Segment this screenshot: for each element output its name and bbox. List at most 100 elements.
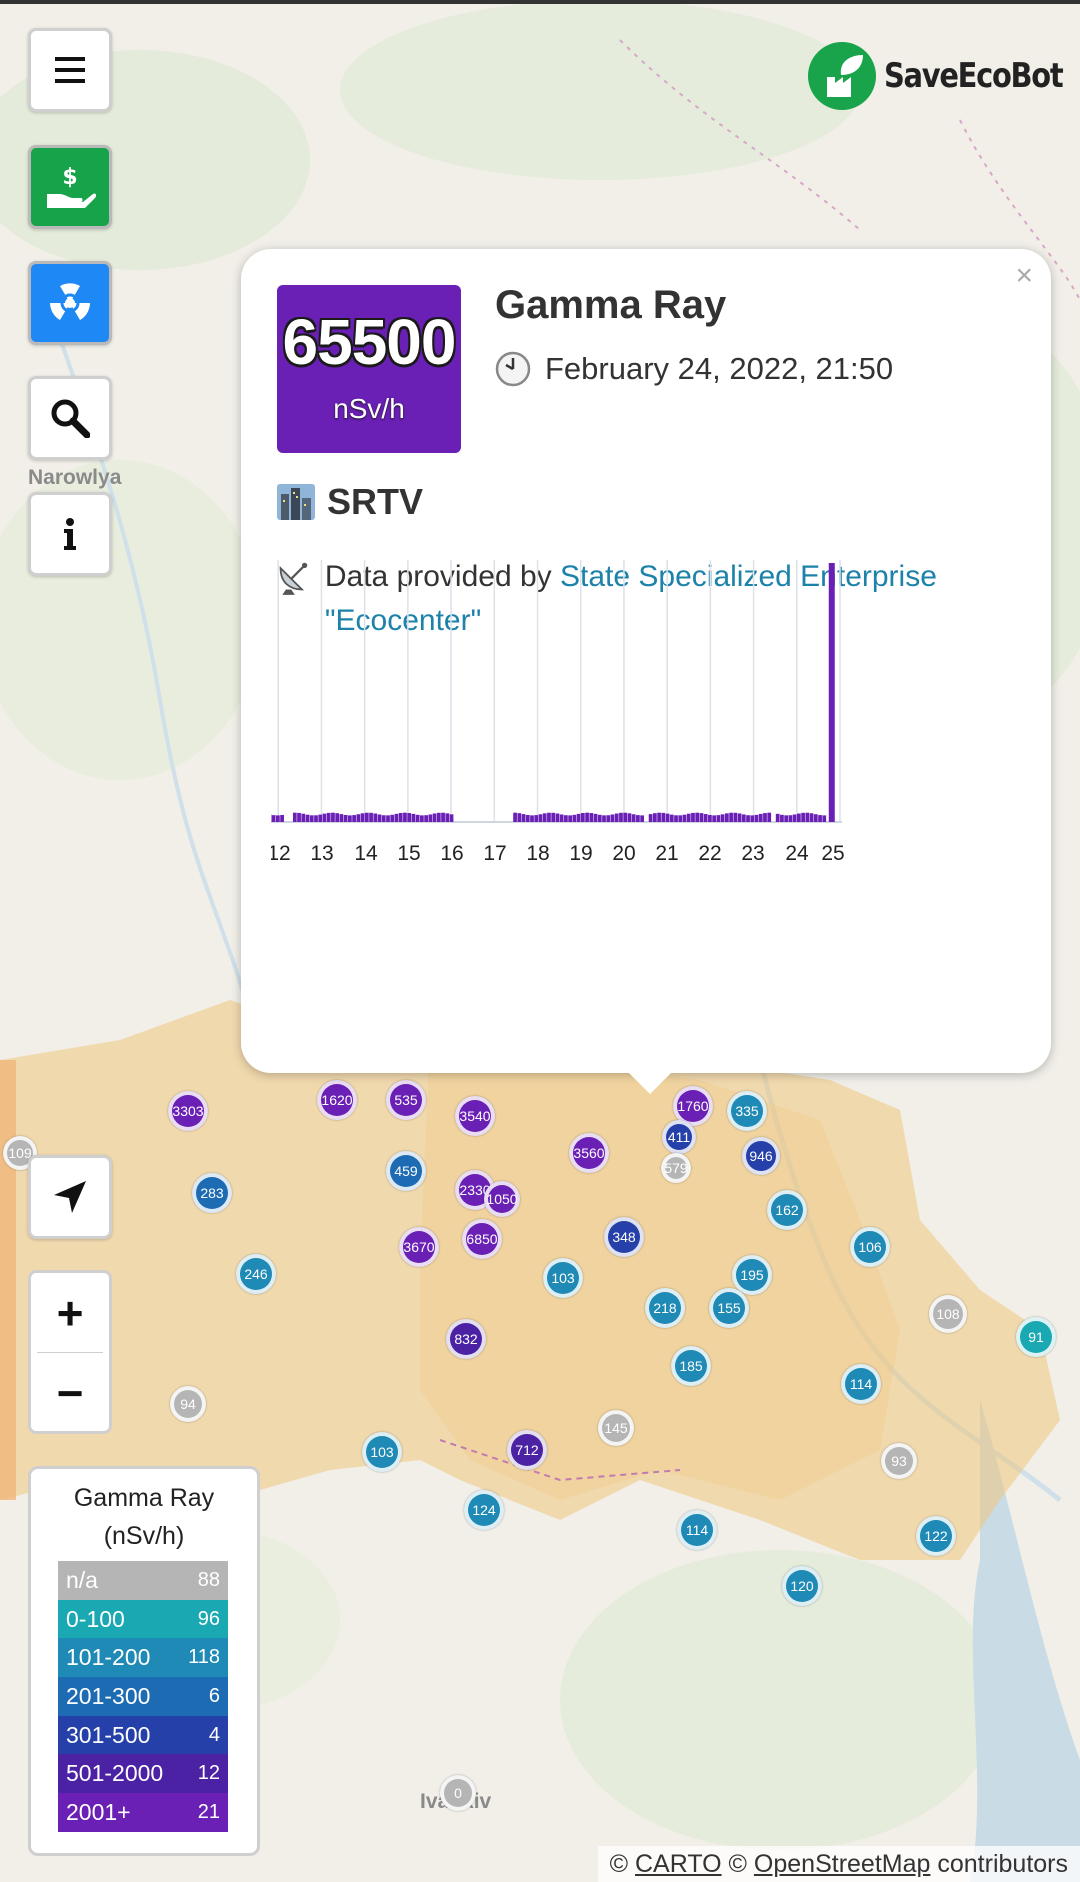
reading-value-box: 65500 nSv/h [277, 285, 461, 453]
station-marker[interactable]: 1050 [484, 1181, 520, 1217]
search-button[interactable] [28, 376, 112, 460]
station-marker[interactable]: 195 [732, 1255, 772, 1295]
chart-bar [669, 814, 674, 822]
chart-bar [796, 813, 801, 822]
radiation-layer-button[interactable] [28, 261, 112, 345]
leaf-factory-icon [808, 42, 876, 110]
chart-bar [373, 813, 378, 822]
chart-tick-label: 24 [785, 842, 809, 865]
chart-bar [551, 812, 556, 822]
station-marker[interactable]: 1620 [317, 1080, 357, 1120]
station-marker[interactable]: 106 [850, 1227, 890, 1267]
city-icon [277, 484, 315, 520]
donate-hand-dollar-icon: $ [47, 165, 97, 208]
chart-bar [724, 813, 729, 822]
svg-text:$: $ [62, 165, 77, 190]
legend-title-line2: (nSv/h) [103, 1522, 185, 1550]
chart-bar [661, 812, 666, 822]
reading-value: 65500 [282, 306, 457, 378]
chart-bar [407, 813, 412, 822]
legend-row-label: 2001+ [66, 1798, 131, 1825]
menu-icon [55, 57, 85, 83]
chart-bar [636, 815, 640, 822]
station-marker[interactable]: 0 [440, 1775, 476, 1811]
chart-bar [369, 812, 373, 822]
station-marker[interactable]: 283 [192, 1173, 232, 1213]
station-marker[interactable]: 411 [662, 1120, 696, 1154]
station-marker[interactable]: 114 [677, 1510, 717, 1550]
chart-tick-label: 15 [397, 842, 420, 865]
station-marker[interactable]: 335 [727, 1091, 767, 1131]
station-marker[interactable]: 185 [671, 1346, 711, 1386]
zoom-out-label: − [56, 1366, 84, 1419]
info-button[interactable] [28, 492, 112, 576]
zoom-control: + − [28, 1270, 112, 1434]
station-marker[interactable]: 3670 [399, 1227, 439, 1267]
brand-logo[interactable]: SaveEcoBot [808, 42, 1080, 110]
chart-bar [547, 812, 551, 822]
station-marker[interactable]: 162 [767, 1190, 807, 1230]
zoom-in-label: + [56, 1286, 84, 1339]
station-marker[interactable]: 108 [929, 1295, 967, 1333]
history-chart: 111213141516171819202122232425 [271, 560, 845, 865]
chart-bar [292, 812, 297, 822]
chart-tick-label: 25 [821, 842, 844, 865]
menu-button[interactable] [28, 28, 112, 112]
station-marker[interactable]: 124 [464, 1490, 504, 1530]
station-marker[interactable]: 218 [645, 1288, 685, 1328]
chart-bar [589, 813, 594, 822]
carto-link[interactable]: CARTO [635, 1850, 722, 1878]
chart-bar [424, 815, 428, 822]
chart-tick-label: 20 [612, 842, 635, 865]
station-marker[interactable]: 3303 [168, 1091, 208, 1131]
station-marker[interactable]: 579 [661, 1153, 691, 1183]
chart-bar [703, 814, 708, 822]
chart-bar [712, 815, 717, 822]
legend-row: n/a 88 [58, 1561, 228, 1600]
chart-bar [576, 813, 581, 822]
chart-tick-label: 12 [271, 842, 291, 865]
chart-bar [364, 812, 369, 822]
station-marker[interactable]: 122 [916, 1516, 956, 1556]
chart-bar [695, 812, 700, 822]
station-marker[interactable]: 93 [881, 1443, 917, 1479]
osm-link[interactable]: OpenStreetMap [754, 1850, 931, 1878]
popup-timestamp: February 24, 2022, 21:50 [495, 351, 893, 387]
chart-bar [538, 814, 543, 822]
chart-bar [572, 814, 577, 822]
donate-button[interactable]: $ [28, 145, 112, 229]
station-marker[interactable]: 120 [782, 1566, 822, 1606]
station-marker[interactable]: 3560 [569, 1133, 609, 1173]
chart-bar [733, 812, 738, 822]
popup-close-button[interactable]: × [1015, 261, 1033, 291]
station-marker[interactable]: 712 [507, 1430, 547, 1470]
top-edge-line [0, 0, 1080, 4]
station-marker[interactable]: 348 [604, 1217, 644, 1257]
chart-bar [352, 815, 356, 822]
station-marker[interactable]: 114 [841, 1364, 881, 1404]
station-marker[interactable]: 246 [236, 1254, 276, 1294]
station-marker[interactable]: 155 [709, 1288, 749, 1328]
station-marker[interactable]: 94 [170, 1386, 206, 1422]
station-marker[interactable]: 103 [543, 1258, 583, 1298]
station-marker[interactable]: 832 [446, 1319, 486, 1359]
station-marker[interactable]: 535 [386, 1080, 426, 1120]
station-marker[interactable]: 6850 [462, 1219, 502, 1259]
chart-bar [818, 815, 822, 822]
station-marker[interactable]: 946 [742, 1137, 780, 1175]
station-marker[interactable]: 91 [1016, 1317, 1056, 1357]
chart-bar [415, 814, 420, 822]
chart-bar [542, 813, 547, 822]
locate-button[interactable] [28, 1155, 112, 1239]
chart-bar [339, 814, 344, 822]
chart-bar [809, 813, 814, 822]
station-marker[interactable]: 459 [386, 1151, 426, 1191]
zoom-out-button[interactable]: − [31, 1353, 109, 1432]
timestamp-text: February 24, 2022, 21:50 [545, 351, 894, 386]
zoom-in-button[interactable]: + [31, 1273, 109, 1352]
station-marker[interactable]: 103 [362, 1432, 402, 1472]
station-marker[interactable]: 3540 [455, 1096, 495, 1136]
chart-bar [398, 813, 403, 822]
chart-bar [665, 813, 670, 822]
station-marker[interactable]: 145 [598, 1410, 634, 1446]
